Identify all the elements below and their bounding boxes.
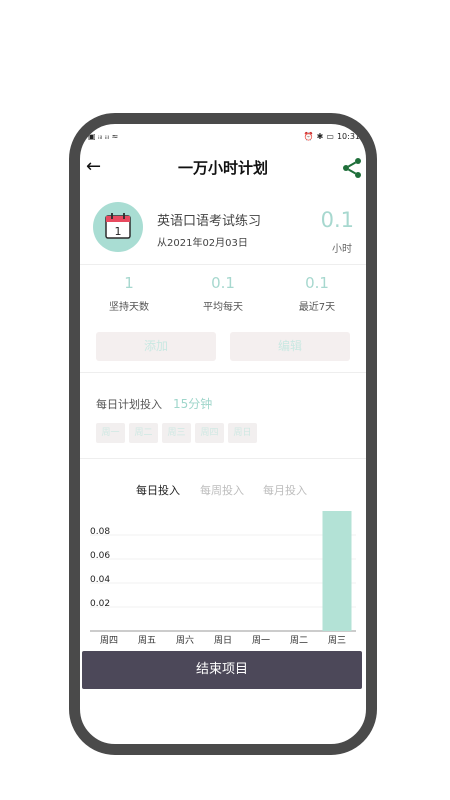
- y-tick-label: 0.06: [90, 551, 110, 561]
- day-chip[interactable]: 周二: [129, 423, 158, 443]
- y-tick-label: 0.08: [90, 527, 110, 537]
- x-tick-label: 周五: [138, 635, 156, 646]
- phone-frame: ▣ ᵢᵢₗ ᵢᵢₗ ≈ ⏰ ✱ ▭ 10:31 ← 一万小时计划 1 英语口语考…: [69, 113, 377, 755]
- stat-label: 平均每天: [203, 302, 243, 313]
- stat-value: 1: [124, 274, 134, 292]
- stat-value: 0.1: [305, 274, 329, 292]
- plan-days: 周一 周二 周三 周四 周日: [96, 423, 257, 443]
- calendar-icon: 1: [105, 213, 131, 239]
- status-time: 10:31: [336, 131, 360, 141]
- tab-weekly[interactable]: 每周投入: [200, 482, 244, 498]
- plan-avatar: 1: [93, 202, 143, 252]
- divider: [80, 458, 366, 459]
- alarm-icon: ⏰: [303, 131, 314, 141]
- nav-bar: ← 一万小时计划: [80, 150, 366, 184]
- day-chip[interactable]: 周四: [195, 423, 224, 443]
- calendar-day-number: 1: [115, 225, 122, 238]
- plan-card[interactable]: 1 英语口语考试练习 从2021年02月03日 0.1 小时: [80, 196, 366, 264]
- stats-row: 1 坚持天数 0.1 平均每天 0.1 最近7天: [80, 274, 366, 324]
- edit-button[interactable]: 编辑: [230, 332, 350, 361]
- x-tick-label: 周一: [252, 635, 270, 646]
- divider: [80, 264, 366, 265]
- stat-daily-average: 0.1 平均每天: [178, 274, 268, 313]
- status-bar: ▣ ᵢᵢₗ ᵢᵢₗ ≈ ⏰ ✱ ▭ 10:31: [88, 129, 360, 143]
- plan-start-date: 从2021年02月03日: [157, 238, 248, 249]
- stat-last-7-days: 0.1 最近7天: [272, 274, 362, 313]
- x-tick-label: 周六: [176, 634, 194, 646]
- daily-plan-value[interactable]: 15分钟: [173, 395, 212, 412]
- chart-tabs: 每日投入 每周投入 每月投入: [80, 482, 366, 500]
- y-tick-label: 0.02: [90, 599, 110, 609]
- page-title: 一万小时计划: [177, 158, 268, 177]
- app-screen: ▣ ᵢᵢₗ ᵢᵢₗ ≈ ⏰ ✱ ▭ 10:31 ← 一万小时计划 1 英语口语考…: [80, 124, 366, 744]
- back-arrow-icon[interactable]: ←: [86, 156, 108, 178]
- day-chip[interactable]: 周日: [228, 423, 257, 443]
- day-chip[interactable]: 周三: [162, 423, 191, 443]
- tab-monthly[interactable]: 每月投入: [263, 482, 307, 498]
- total-hours-unit: 小时: [332, 244, 352, 255]
- signal-icons: ▣ ᵢᵢₗ ᵢᵢₗ ≈: [88, 131, 119, 141]
- stat-label: 坚持天数: [109, 302, 149, 313]
- chart-bar: [322, 511, 352, 631]
- end-project-button[interactable]: 结束项目: [82, 651, 362, 689]
- stat-value: 0.1: [211, 274, 235, 292]
- x-tick-label: 周二: [290, 635, 308, 646]
- x-tick-label: 周日: [214, 635, 232, 646]
- total-hours-value: 0.1: [320, 208, 354, 232]
- x-tick-label: 周三: [328, 635, 346, 646]
- add-button[interactable]: 添加: [96, 332, 216, 361]
- stat-streak-days: 1 坚持天数: [84, 274, 174, 313]
- share-icon[interactable]: [340, 156, 364, 180]
- bluetooth-icon: ✱: [316, 131, 324, 141]
- status-left: ▣ ᵢᵢₗ ᵢᵢₗ ≈: [88, 132, 118, 141]
- daily-plan-label: 每日计划投入: [96, 398, 162, 411]
- plan-name: 英语口语考试练习: [157, 214, 262, 229]
- daily-investment-chart: 0.02 0.04 0.06 0.08 周四 周五 周六 周日 周一 周二 周三: [90, 511, 356, 646]
- battery-icon: ▭: [326, 131, 334, 141]
- status-right: ⏰ ✱ ▭ 10:31: [304, 132, 360, 141]
- x-tick-label: 周四: [100, 635, 118, 646]
- y-tick-label: 0.04: [90, 575, 110, 585]
- tab-daily[interactable]: 每日投入: [136, 482, 180, 498]
- divider: [80, 372, 366, 373]
- day-chip[interactable]: 周一: [96, 423, 125, 443]
- stat-label: 最近7天: [298, 302, 336, 313]
